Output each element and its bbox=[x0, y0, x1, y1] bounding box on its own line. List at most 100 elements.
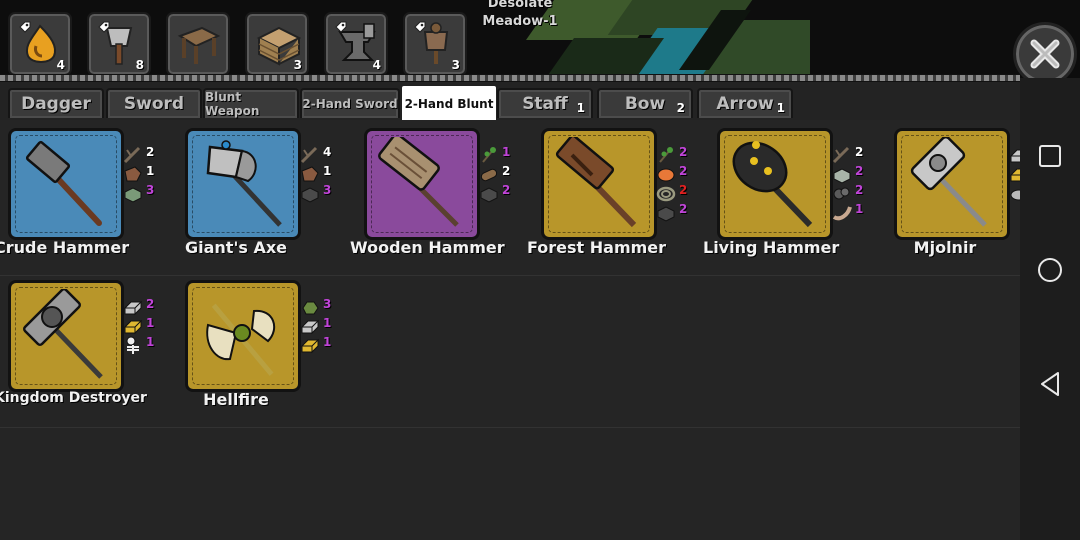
requirement-qty: 1 bbox=[323, 316, 332, 330]
recipe-item[interactable]: Forest Hammer 2 2 2 2 bbox=[527, 120, 709, 260]
requirement-qty: 2 bbox=[679, 145, 688, 159]
tab-2-hand-blunt[interactable]: 2-Hand Blunt bbox=[400, 84, 498, 124]
recipe-item[interactable]: Hellfire 3 1 1 bbox=[177, 272, 353, 412]
requirement: 1 bbox=[300, 315, 340, 335]
requirement-qty: 3 bbox=[146, 183, 155, 197]
requirement: 3 bbox=[123, 182, 163, 203]
material-count: 4 bbox=[372, 58, 381, 72]
tab-dagger[interactable]: Dagger bbox=[8, 88, 104, 118]
requirement: 2 bbox=[656, 163, 696, 182]
tab-badge: 1 bbox=[576, 101, 585, 115]
material-count: 4 bbox=[56, 58, 65, 72]
material-slot[interactable]: 8 bbox=[87, 12, 151, 76]
hellfire-icon bbox=[206, 303, 276, 376]
requirements-list: 2 2 2 2 bbox=[656, 144, 696, 222]
location-line-2: Meadow-1 bbox=[482, 14, 558, 29]
tag-icon bbox=[98, 21, 110, 33]
tab-arrow[interactable]: Arrow 1 bbox=[697, 88, 793, 118]
giants-axe-icon bbox=[206, 140, 282, 227]
requirement: 2 bbox=[479, 182, 519, 203]
material-count: 3 bbox=[451, 58, 460, 72]
recipe-item[interactable]: Living Hammer 2 2 2 1 bbox=[703, 120, 885, 260]
requirements-list: 2 2 2 1 bbox=[832, 144, 872, 221]
requirement: 4 bbox=[300, 144, 340, 164]
item-name: Giant's Axe bbox=[185, 238, 287, 257]
requirement: 1 bbox=[123, 334, 163, 354]
material-slot[interactable]: 4 bbox=[324, 12, 388, 76]
requirement: 2 bbox=[123, 144, 163, 164]
back-icon[interactable] bbox=[1036, 370, 1064, 398]
system-navbar bbox=[1020, 78, 1080, 540]
item-name: Kingdom Destroyer bbox=[0, 390, 147, 406]
requirements-list: 1 2 2 bbox=[479, 144, 519, 203]
tab-label: Staff bbox=[522, 94, 568, 114]
requirement-qty: 3 bbox=[323, 183, 332, 197]
tab-badge: 1 bbox=[776, 101, 785, 115]
tab-badge: 2 bbox=[676, 101, 685, 115]
item-card[interactable] bbox=[541, 128, 657, 240]
category-tabs: Dagger Sword Blunt Weapon 2-Hand Sword 2-Han… bbox=[0, 82, 1020, 124]
requirements-list: 3 1 1 bbox=[300, 296, 340, 354]
requirement: 2 bbox=[656, 144, 696, 163]
close-button[interactable] bbox=[1013, 22, 1077, 78]
material-slot[interactable] bbox=[166, 12, 230, 76]
recipe-list: Crude Hammer 2 1 3 Giant's Axe 4 1 3 Wooden Hamm… bbox=[0, 120, 1040, 540]
requirement: 1 bbox=[123, 315, 163, 335]
recipe-item[interactable]: Kingdom Destroyer 2 1 1 bbox=[0, 272, 176, 412]
requirement-qty: 2 bbox=[146, 145, 155, 159]
recipe-item[interactable]: Crude Hammer 2 1 3 bbox=[0, 120, 176, 260]
requirement: 3 bbox=[300, 296, 340, 315]
requirement-qty: 2 bbox=[679, 202, 688, 216]
tag-icon bbox=[335, 21, 347, 33]
requirement: 1 bbox=[123, 163, 163, 182]
home-icon[interactable] bbox=[1036, 256, 1064, 284]
item-name: Forest Hammer bbox=[527, 238, 667, 257]
requirement: 2 bbox=[832, 182, 872, 201]
skeleton-icon bbox=[126, 336, 139, 354]
recipe-item[interactable]: Wooden Hammer 1 2 2 bbox=[350, 120, 532, 260]
item-card[interactable] bbox=[8, 280, 124, 392]
tab-2-hand-sword[interactable]: 2-Hand Sword bbox=[300, 88, 400, 118]
tab-label: Blunt Weapon bbox=[205, 90, 260, 118]
requirement-qty: 2 bbox=[679, 183, 688, 197]
item-name: Hellfire bbox=[203, 390, 269, 409]
recipe-item[interactable]: Giant's Axe 4 1 3 bbox=[177, 120, 353, 260]
item-card[interactable] bbox=[8, 128, 124, 240]
item-card[interactable] bbox=[185, 128, 301, 240]
requirement-qty: 2 bbox=[146, 297, 155, 311]
material-slot[interactable]: 4 bbox=[8, 12, 72, 76]
requirement: 2 bbox=[656, 182, 696, 202]
location-label: Desolate Meadow-1 bbox=[470, 0, 570, 31]
tab-staff[interactable]: Staff 1 bbox=[497, 88, 593, 118]
tag-icon bbox=[19, 21, 31, 33]
item-card[interactable] bbox=[894, 128, 1010, 240]
item-card[interactable] bbox=[185, 280, 301, 392]
tab-label: Arrow bbox=[716, 94, 774, 114]
item-card[interactable] bbox=[364, 128, 480, 240]
tab-blunt-weapon[interactable]: Blunt Weapon bbox=[203, 88, 299, 118]
tab-sword[interactable]: Sword bbox=[106, 88, 202, 118]
requirement: 2 bbox=[123, 296, 163, 316]
tab-bow[interactable]: Bow 2 bbox=[597, 88, 693, 118]
material-slot[interactable]: 3 bbox=[245, 12, 309, 76]
requirement-qty: 2 bbox=[855, 164, 864, 178]
iron-ingot-icon bbox=[301, 187, 319, 203]
item-name: Crude Hammer bbox=[0, 238, 130, 257]
item-name: Living Hammer bbox=[703, 238, 840, 257]
horn-icon bbox=[832, 206, 852, 221]
item-card[interactable] bbox=[717, 128, 833, 240]
requirement: 2 bbox=[832, 163, 872, 184]
requirement-qty: 1 bbox=[502, 145, 511, 159]
iron-ingot-icon bbox=[657, 206, 675, 222]
recents-icon[interactable] bbox=[1036, 142, 1064, 170]
gold-ingot-icon bbox=[300, 338, 320, 354]
rope-divider bbox=[0, 74, 1020, 82]
tab-label: 2-Hand Blunt bbox=[404, 97, 494, 111]
requirement-qty: 1 bbox=[146, 164, 155, 178]
material-slot[interactable]: 3 bbox=[403, 12, 467, 76]
requirement-qty: 1 bbox=[146, 316, 155, 330]
tab-label: Dagger bbox=[21, 94, 91, 114]
tab-label: 2-Hand Sword bbox=[302, 97, 398, 111]
material-count: 3 bbox=[293, 58, 302, 72]
forest-hammer-icon bbox=[555, 137, 637, 228]
